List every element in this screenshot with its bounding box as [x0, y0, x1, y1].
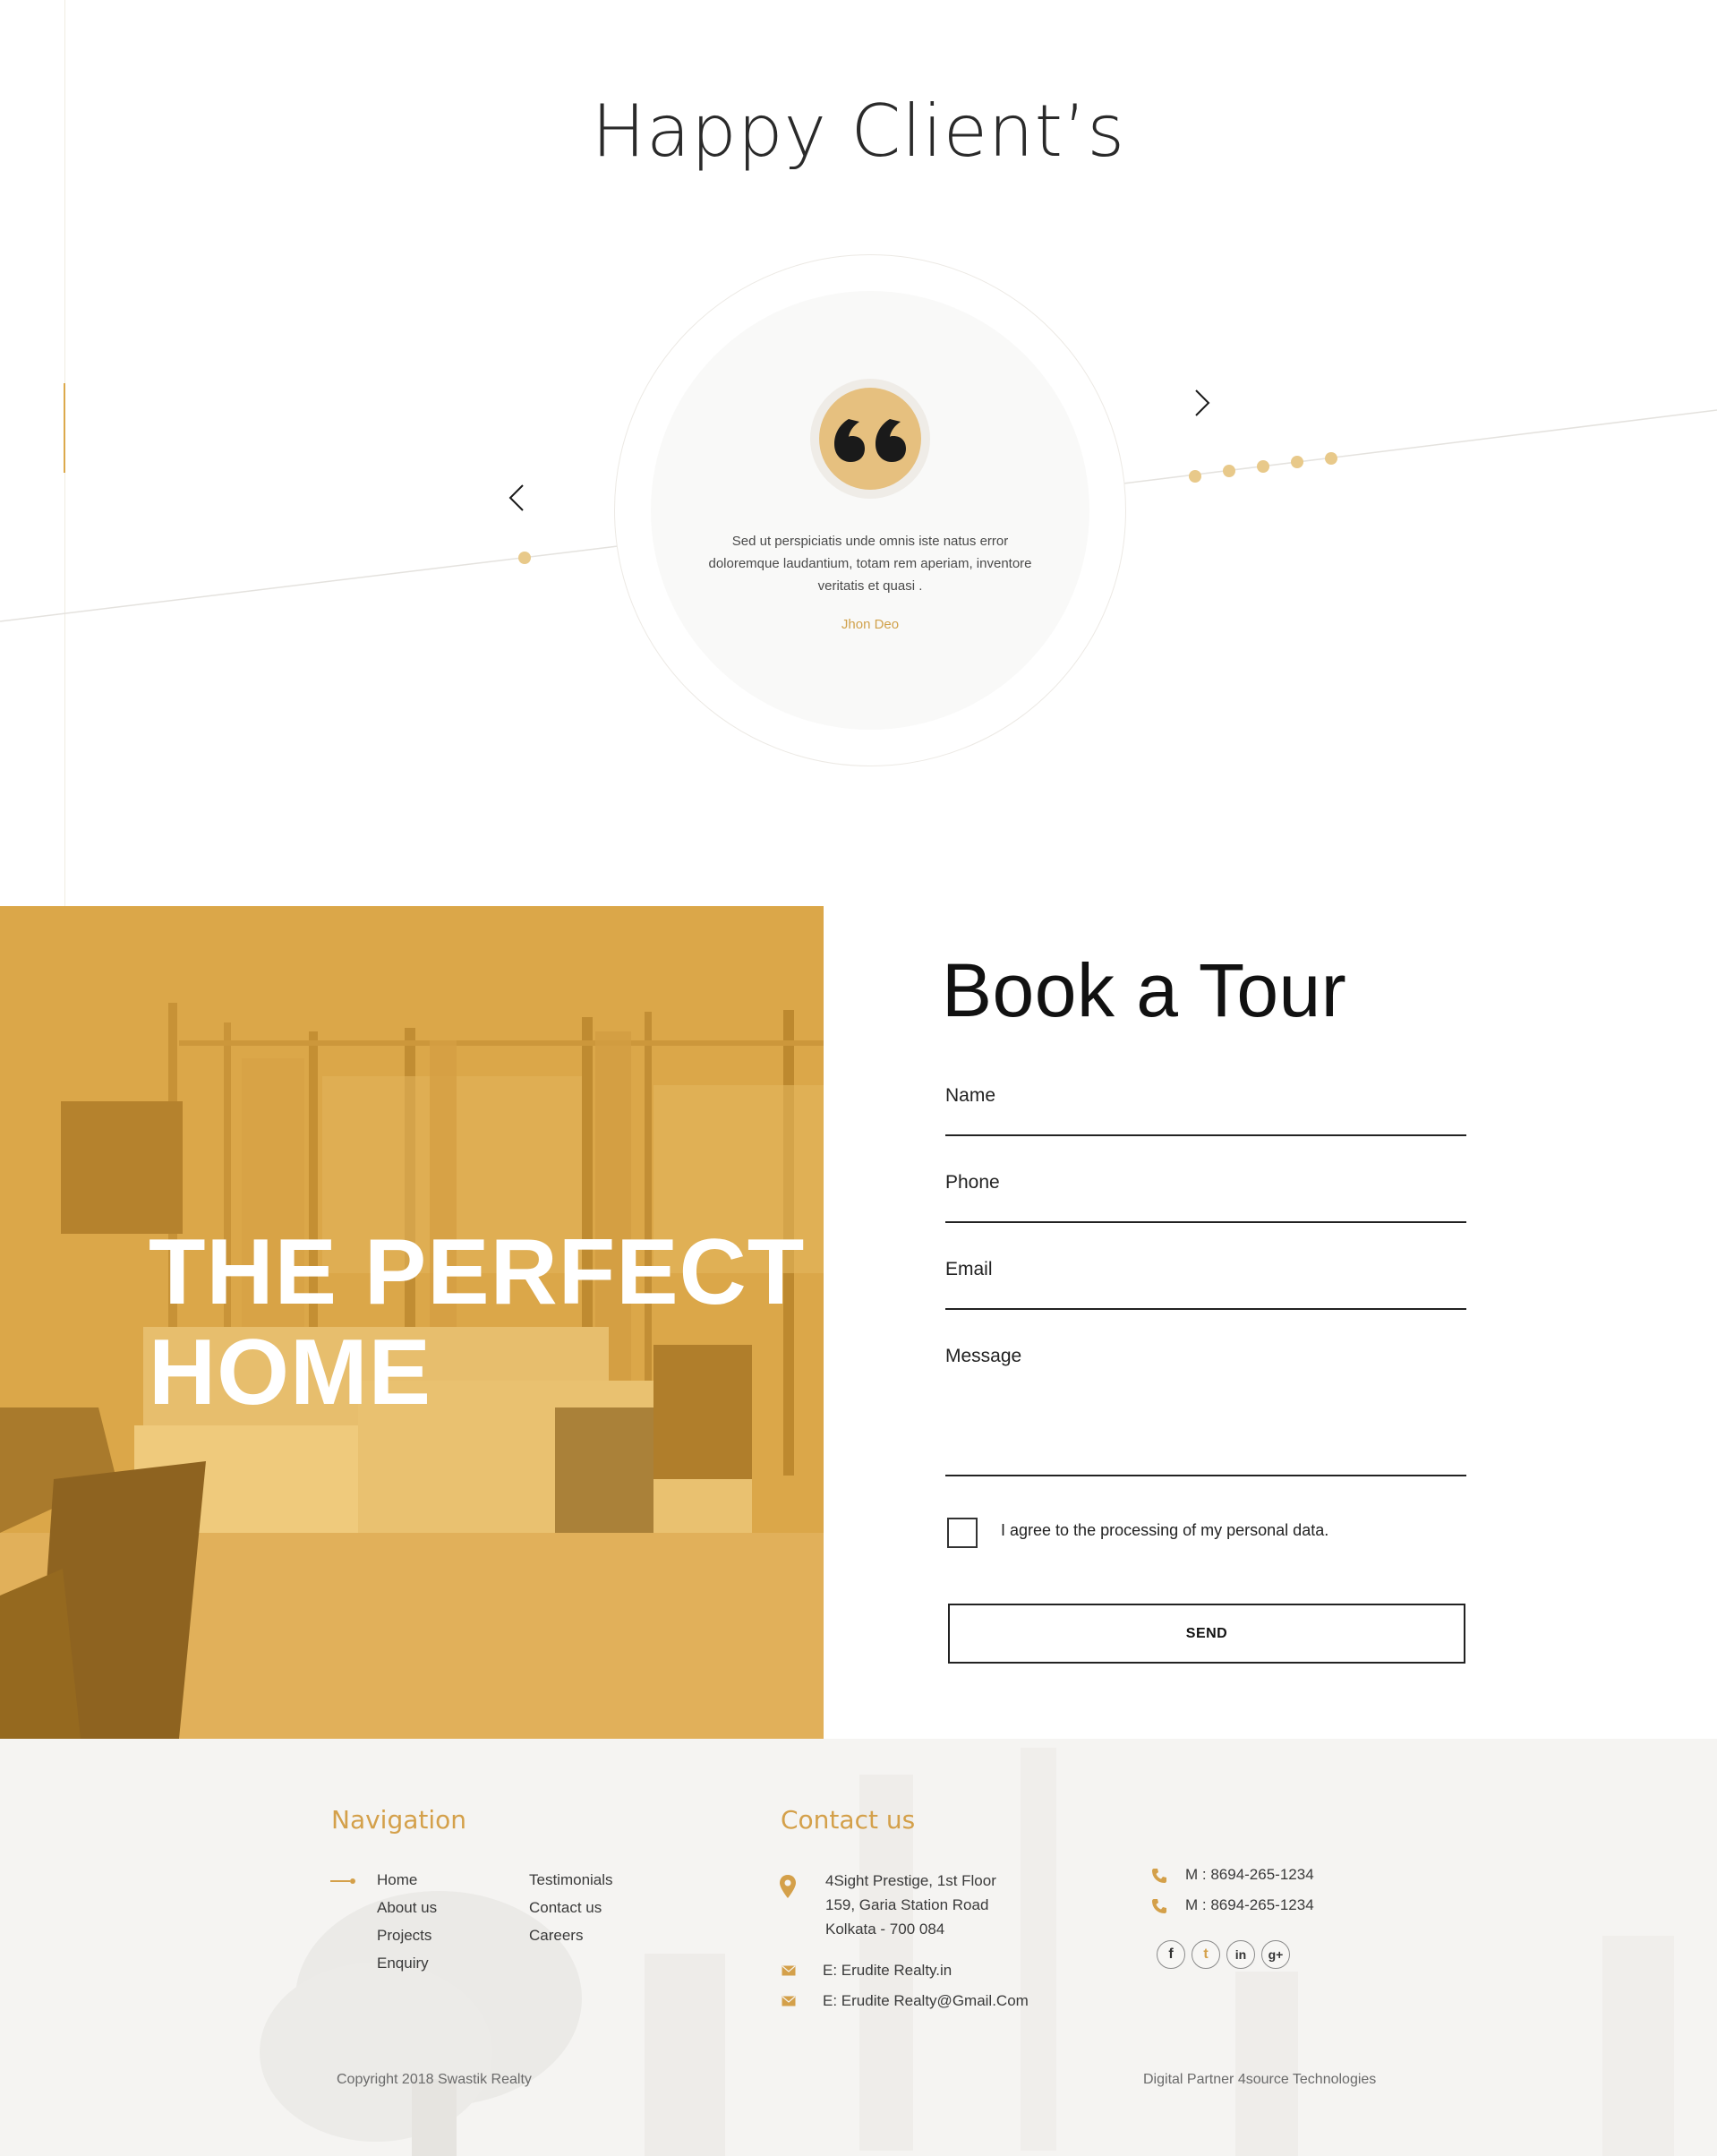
- name-input[interactable]: [945, 1099, 1466, 1134]
- hero-heading-line1: THE PERFECT: [149, 1220, 806, 1324]
- mail-icon: [782, 1965, 796, 1976]
- linkedin-icon[interactable]: in: [1226, 1940, 1255, 1969]
- book-tour-title: Book a Tour: [942, 948, 1347, 1032]
- consent-label: I agree to the processing of my personal…: [1001, 1521, 1329, 1539]
- footer: [0, 1739, 1717, 2156]
- message-label: Message: [945, 1346, 1022, 1366]
- nav-link-enquiry[interactable]: Enquiry: [377, 1955, 429, 1972]
- section-title: Happy Client’s: [591, 90, 1126, 173]
- nav-link-contact[interactable]: Contact us: [529, 1899, 602, 1917]
- google-plus-icon[interactable]: g+: [1261, 1940, 1290, 1969]
- nav-link-about[interactable]: About us: [377, 1899, 437, 1917]
- phone-icon: [1152, 1899, 1166, 1913]
- email-field[interactable]: Email: [945, 1259, 1466, 1310]
- message-input[interactable]: [945, 1385, 1466, 1475]
- hero-heading-line2: HOME: [149, 1321, 431, 1424]
- next-arrow-button[interactable]: [1183, 385, 1219, 421]
- frame-accent: [64, 383, 65, 473]
- nav-link-careers[interactable]: Careers: [529, 1927, 583, 1945]
- testimonial-quote: Sed ut perspiciatis unde omnis iste natu…: [708, 534, 1032, 594]
- email-link-2[interactable]: E: Erudite Realty@Gmail.Com: [823, 1989, 1029, 2013]
- carousel-dot[interactable]: [1325, 452, 1337, 465]
- facebook-icon[interactable]: f: [1157, 1940, 1185, 1969]
- mail-icon: [782, 1996, 796, 2006]
- testimonial-card: [651, 291, 1089, 730]
- hero-heading: THE PERFECT HOME: [149, 1222, 811, 1423]
- address-line-2: 159, Garia Station Road: [825, 1896, 989, 1913]
- active-arrow-icon: [330, 1878, 355, 1884]
- phone-field[interactable]: Phone: [945, 1172, 1466, 1223]
- nav-link-projects[interactable]: Projects: [377, 1927, 431, 1945]
- digital-partner-text: Digital Partner 4source Technologies: [1143, 2072, 1377, 2087]
- testimonials-section: Happy Client’s Sed ut perspiciatis unde …: [0, 0, 1717, 906]
- twitter-icon[interactable]: t: [1192, 1940, 1220, 1969]
- nav-link-testimonials[interactable]: Testimonials: [529, 1871, 613, 1889]
- send-button[interactable]: SEND: [948, 1604, 1465, 1664]
- contact-heading: Contact us: [781, 1805, 916, 1835]
- navigation-heading: Navigation: [331, 1805, 467, 1835]
- carousel-dot[interactable]: [1291, 456, 1303, 468]
- phone-link-2[interactable]: M : 8694-265-1234: [1185, 1893, 1314, 1917]
- address-line-3: Kolkata - 700 084: [825, 1921, 945, 1938]
- email-input[interactable]: [945, 1272, 1466, 1308]
- phone-link-1[interactable]: M : 8694-265-1234: [1185, 1862, 1314, 1886]
- phone-input[interactable]: [945, 1185, 1466, 1221]
- chevron-left-icon: [508, 484, 524, 511]
- testimonial-author: Jhon Deo: [841, 617, 900, 632]
- quote-icon: [819, 388, 921, 490]
- prev-arrow-button[interactable]: [500, 480, 535, 516]
- email-link-1[interactable]: E: Erudite Realty.in: [823, 1958, 952, 1982]
- name-field[interactable]: Name: [945, 1085, 1466, 1136]
- chevron-right-icon: [1195, 389, 1210, 416]
- carousel-dot[interactable]: [1223, 465, 1235, 477]
- message-field[interactable]: Message: [945, 1346, 1466, 1476]
- address-line-1: 4Sight Prestige, 1st Floor: [825, 1872, 996, 1889]
- copyright-text: Copyright 2018 Swastik Realty: [337, 2072, 532, 2087]
- nav-link-home[interactable]: Home: [377, 1871, 417, 1889]
- location-pin-icon: [780, 1875, 796, 1898]
- carousel-dot[interactable]: [1257, 460, 1269, 473]
- carousel-dot[interactable]: [518, 552, 531, 564]
- carousel-dot[interactable]: [1189, 470, 1201, 483]
- footer-cityscape: [0, 1739, 1717, 2156]
- consent-checkbox[interactable]: [947, 1518, 978, 1548]
- phone-icon: [1152, 1869, 1166, 1883]
